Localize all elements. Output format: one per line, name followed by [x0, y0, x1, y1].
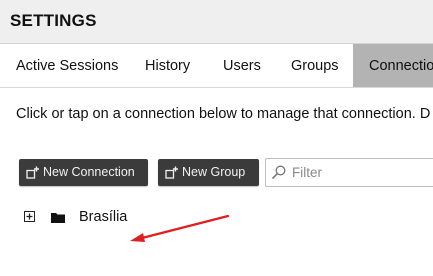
settings-page: SETTINGS Active Sessions History Users G… [0, 0, 433, 276]
add-connection-icon [26, 166, 39, 179]
folder-icon [51, 213, 65, 223]
tab-groups[interactable]: Groups [291, 44, 339, 87]
settings-tabs: Active Sessions History Users Groups Con… [0, 44, 433, 88]
new-connection-button[interactable]: New Connection [19, 159, 148, 186]
page-title: SETTINGS [10, 11, 97, 30]
new-connection-label: New Connection [43, 165, 135, 179]
new-group-label: New Group [182, 165, 246, 179]
filter-input[interactable] [292, 162, 432, 182]
tab-active-sessions[interactable]: Active Sessions [16, 44, 118, 87]
filter-box [265, 158, 433, 187]
connection-group-row[interactable]: Brasília [24, 208, 224, 228]
tab-connections[interactable]: Connections [353, 44, 433, 87]
search-icon [272, 165, 286, 179]
add-group-icon [165, 166, 178, 179]
settings-header: SETTINGS [0, 0, 433, 44]
tab-history[interactable]: History [145, 44, 190, 87]
new-group-button[interactable]: New Group [158, 159, 259, 186]
expand-plus-icon[interactable] [24, 211, 35, 222]
tab-users[interactable]: Users [223, 44, 261, 87]
instructions-text: Click or tap on a connection below to ma… [16, 106, 431, 122]
connection-group-label[interactable]: Brasília [79, 209, 127, 225]
